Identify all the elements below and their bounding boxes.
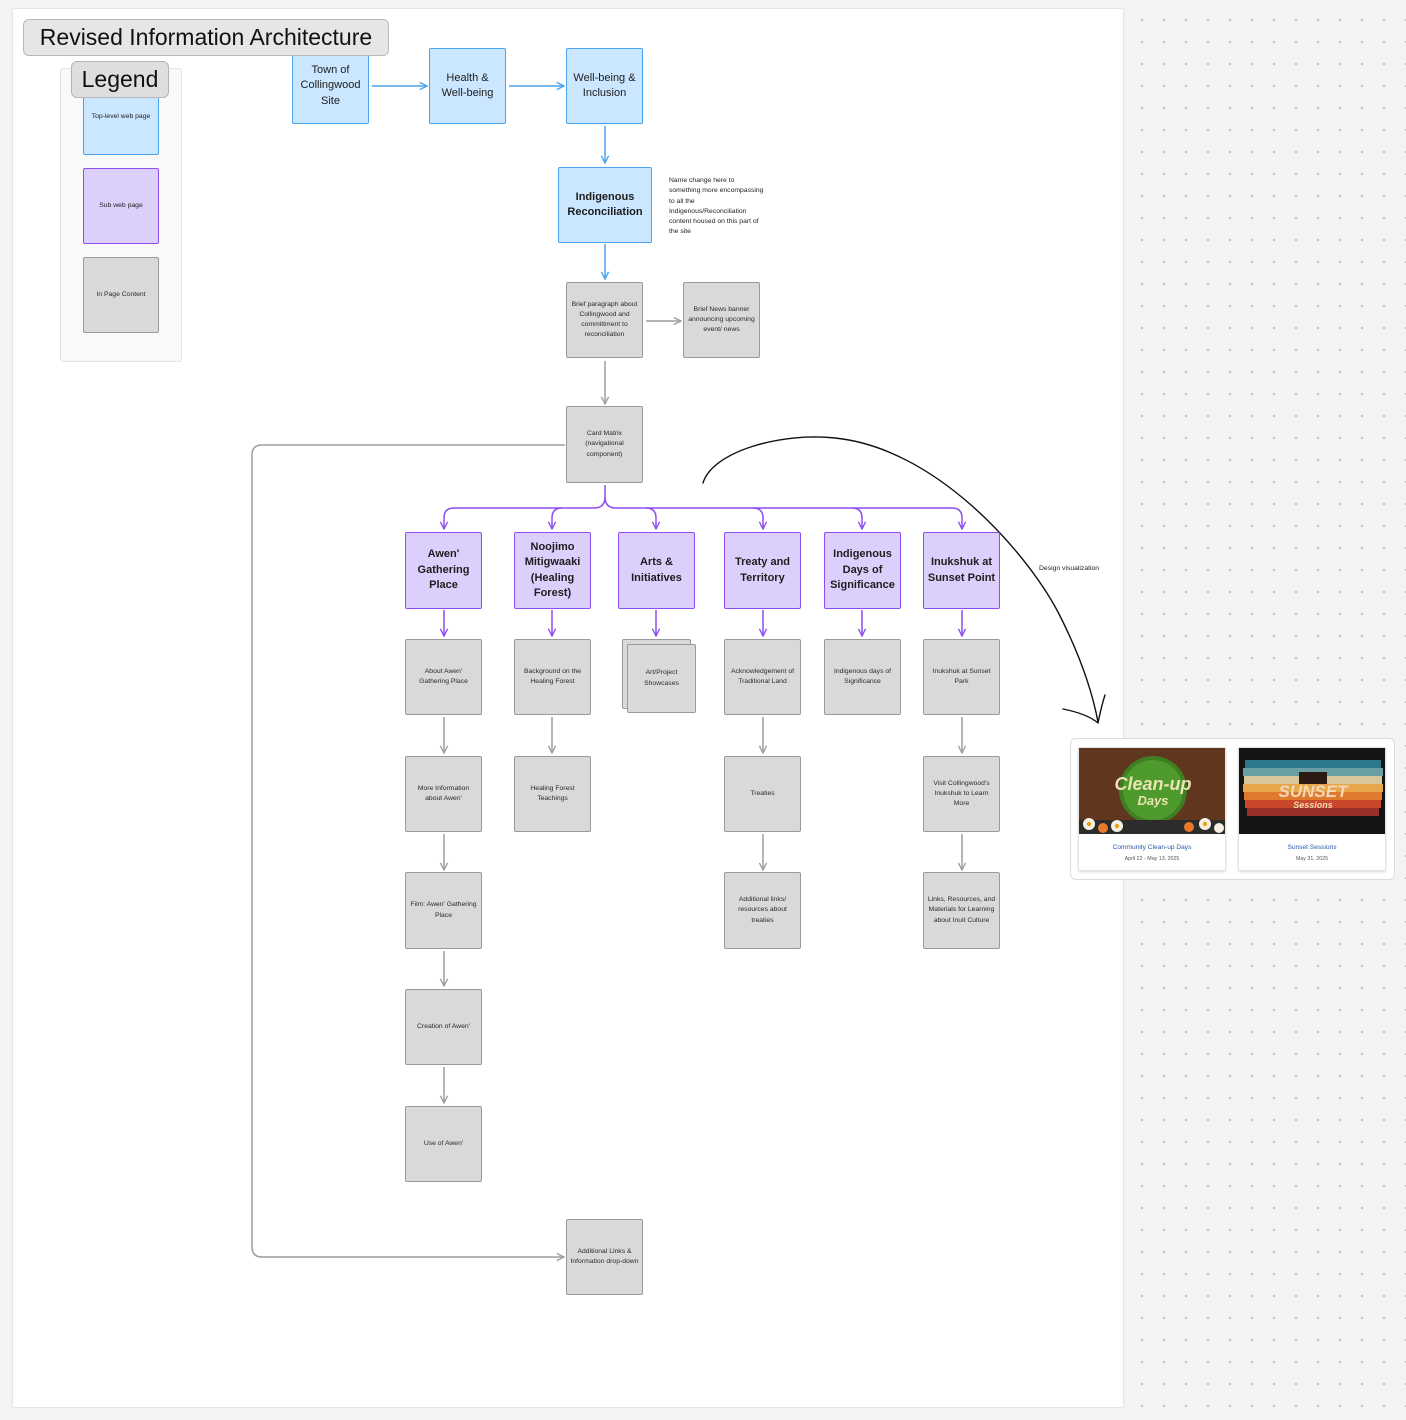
page-title: Revised Information Architecture [23,19,389,56]
node-indigenous-days[interactable]: Indigenous Days of Significance [824,532,901,609]
node-health-wellbeing[interactable]: Health & Well-being [429,48,506,124]
node-about-awen[interactable]: About Awen' Gathering Place [405,639,482,715]
node-visit-inukshuk[interactable]: Visit Collingwood's Inukshuk to Learn Mo… [923,756,1000,832]
legend-in-page-swatch: In Page Content [83,257,159,333]
node-inukshuk-park[interactable]: Inukshuk at Sunset Park [923,639,1000,715]
node-days-content[interactable]: Indigenous days of Significance [824,639,901,715]
legend-title: Legend [71,61,169,98]
cleanup-image-word2: Days [1137,793,1169,808]
sunset-image-word2: Sessions [1293,800,1333,810]
node-forest-background[interactable]: Background on the Healing Forest [514,639,591,715]
event-title-sunset[interactable]: Sunset Sessions [1239,844,1385,851]
legend-sub-page-swatch: Sub web page [83,168,159,244]
node-treaties[interactable]: Treaties [724,756,801,832]
node-brief-paragraph[interactable]: Brief paragraph about Collingwood and co… [566,282,643,358]
node-forest-teachings[interactable]: Healing Forest Teachings [514,756,591,832]
node-arts-initiatives[interactable]: Arts & Initiatives [618,532,695,609]
node-inuit-resources[interactable]: Links, Resources, and Materials for Lear… [923,872,1000,949]
node-inukshuk-sunset-point[interactable]: Inukshuk at Sunset Point [923,532,1000,609]
node-additional-links[interactable]: Additional Links & Information drop-down [566,1219,643,1295]
event-date-sunset: May 31, 2025 [1295,856,1329,862]
node-acknowledgement[interactable]: Acknowledgement of Traditional Land [724,639,801,715]
node-film-awen[interactable]: Film: Awen' Gathering Place [405,872,482,949]
node-news-banner[interactable]: Brief News banner announcing upcoming ev… [683,282,760,358]
sunset-image: SUNSET Sessions [1239,748,1385,834]
node-treaty-resources[interactable]: Additional links/ resources about treati… [724,872,801,949]
node-awen-gathering-place[interactable]: Awen' Gathering Place [405,532,482,609]
node-use-awen[interactable]: Use of Awen' [405,1106,482,1182]
event-title-cleanup[interactable]: Community Clean-up Days [1079,844,1225,851]
rename-note: Name change here to something more encom… [669,177,764,236]
event-card-sunset[interactable]: SUNSET Sessions Sunset Sessions May 31, … [1238,747,1386,871]
design-preview: Clean-up Days Community Clean-up Days Ap… [1070,738,1395,880]
node-art-showcases[interactable]: Art/Project Showcases [627,644,696,713]
event-date-cleanup: April 22 - May 13, 2025 [1124,856,1180,862]
node-more-info-awen[interactable]: More Information about Awen' [405,756,482,832]
event-card-cleanup[interactable]: Clean-up Days Community Clean-up Days Ap… [1078,747,1226,871]
sunset-image-word1: SUNSET [1278,782,1348,801]
node-town-of-collingwood[interactable]: Town of Collingwood Site [292,48,369,124]
design-visualization-label: Design visualization [1039,565,1100,572]
node-healing-forest[interactable]: Noojimo Mitigwaaki (Healing Forest) [514,532,591,609]
node-indigenous-reconciliation[interactable]: Indigenous Reconciliation [558,167,652,243]
cleanup-image: Clean-up Days [1079,748,1225,834]
node-treaty-territory[interactable]: Treaty and Territory [724,532,801,609]
node-wellbeing-inclusion[interactable]: Well-being & Inclusion [566,48,643,124]
node-card-matrix[interactable]: Card Matrix (navigational component) [566,406,643,483]
cleanup-image-word1: Clean-up [1114,774,1192,794]
node-creation-awen[interactable]: Creation of Awen' [405,989,482,1065]
